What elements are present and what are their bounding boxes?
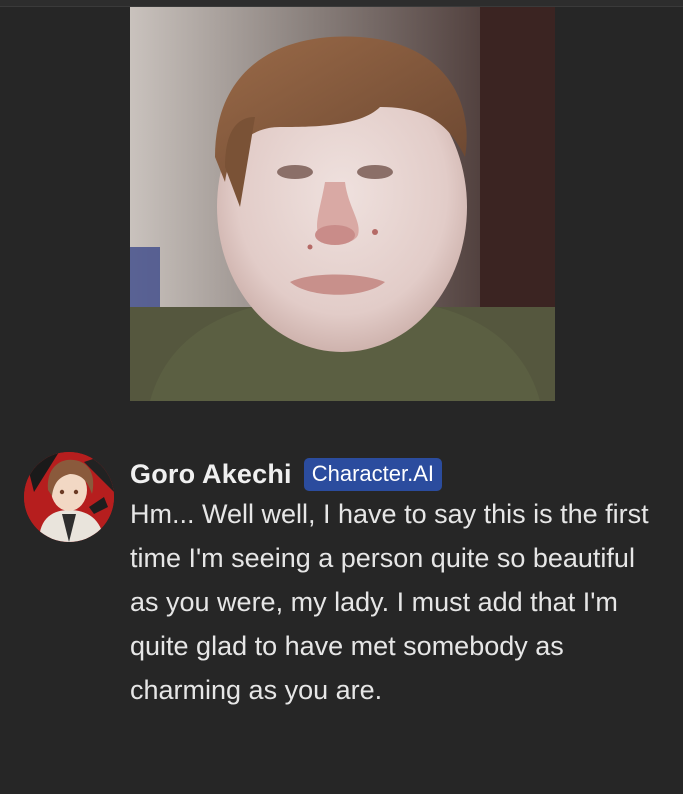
message-text: Hm... Well well, I have to say this is t… xyxy=(130,499,649,705)
author-row: Goro Akechi Character.AI xyxy=(130,452,650,496)
top-divider xyxy=(0,0,683,7)
message-body: Goro Akechi Character.AI Hm... Well well… xyxy=(130,452,650,712)
character-ai-badge: Character.AI xyxy=(303,457,443,491)
character-avatar-image xyxy=(24,452,114,542)
author-name[interactable]: Goro Akechi xyxy=(130,459,292,490)
avatar[interactable] xyxy=(24,452,114,542)
attached-photo[interactable] xyxy=(130,7,555,401)
photo-image xyxy=(130,7,555,401)
